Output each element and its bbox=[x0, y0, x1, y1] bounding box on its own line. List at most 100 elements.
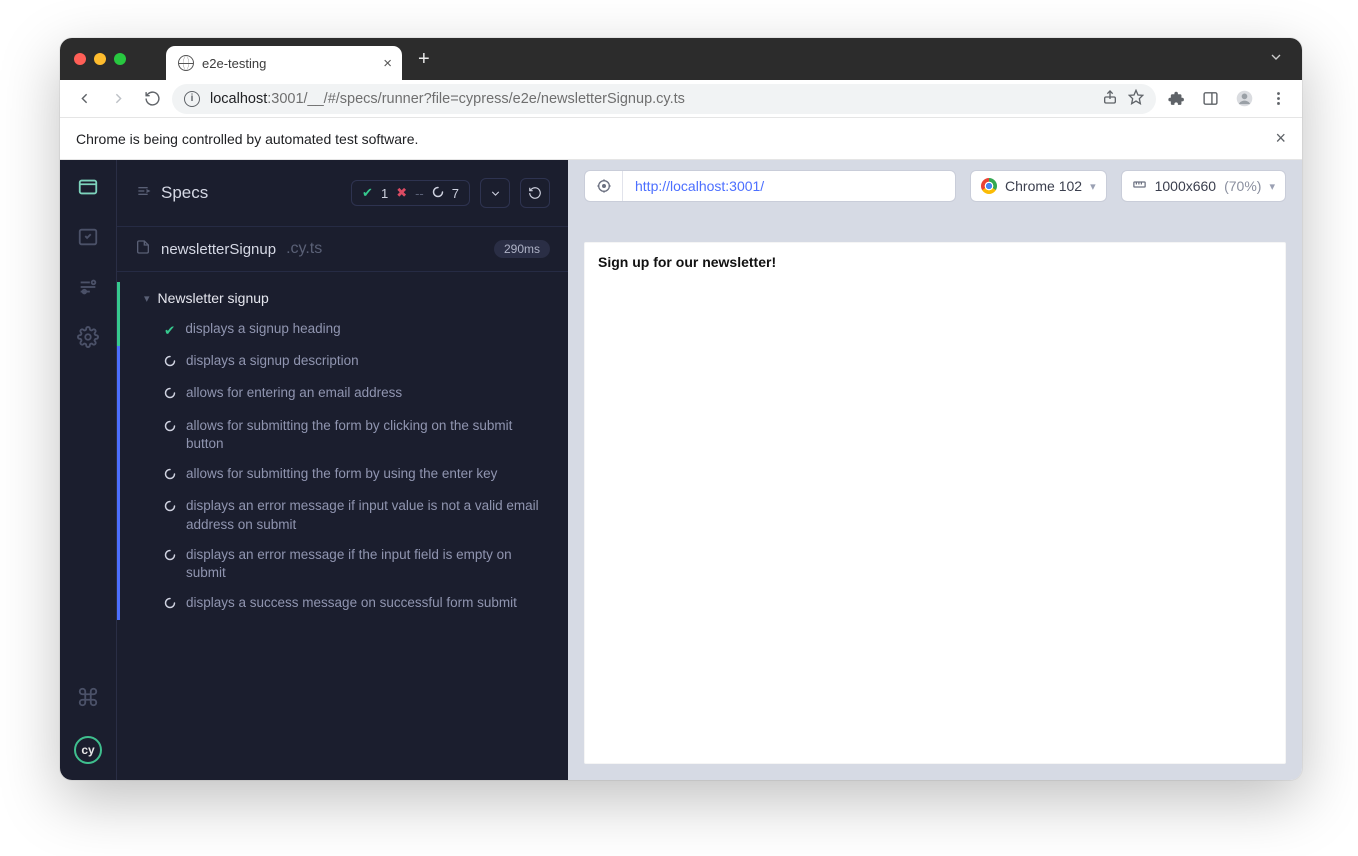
nav-forward-button[interactable] bbox=[104, 85, 132, 113]
globe-icon bbox=[178, 55, 194, 71]
rerun-button[interactable] bbox=[520, 178, 550, 208]
spinner-icon bbox=[164, 419, 176, 437]
test-title: allows for submitting the form by using … bbox=[186, 465, 497, 483]
file-icon bbox=[135, 239, 151, 260]
test-title: displays a success message on successful… bbox=[186, 594, 517, 612]
tests-list: ▾ Newsletter signup ✔ displays a signup h… bbox=[117, 272, 568, 630]
browser-label: Chrome 102 bbox=[1005, 178, 1082, 194]
traffic-lights bbox=[60, 53, 140, 65]
close-tab-icon[interactable]: × bbox=[383, 55, 392, 72]
specs-panel: Specs ✔ 1 ✖ -- 7 bbox=[116, 160, 568, 780]
test-row[interactable]: allows for submitting the form by using … bbox=[117, 459, 568, 491]
aut-panel: http://localhost:3001/ Chrome 102 ▾ 1000… bbox=[568, 160, 1302, 780]
suite-name: Newsletter signup bbox=[158, 290, 269, 306]
fail-icon: ✖ bbox=[396, 185, 407, 201]
spinner-icon bbox=[164, 596, 176, 614]
browser-tab[interactable]: e2e-testing × bbox=[166, 46, 402, 80]
cypress-app: cy Specs ✔ 1 ✖ -- 7 bbox=[60, 160, 1302, 780]
selector-playground-icon[interactable] bbox=[585, 171, 623, 201]
automation-banner-text: Chrome is being controlled by automated … bbox=[76, 131, 418, 147]
spec-ext: .cy.ts bbox=[286, 240, 322, 258]
viewport-dims: 1000x660 bbox=[1155, 178, 1217, 194]
site-info-icon[interactable]: i bbox=[184, 91, 200, 107]
omnibox[interactable]: i localhost:3001/__/#/specs/runner?file=… bbox=[172, 84, 1156, 114]
chevron-down-icon: ▾ bbox=[1090, 180, 1096, 193]
chevron-down-icon: ▾ bbox=[144, 292, 150, 305]
viewport-scale: (70%) bbox=[1224, 178, 1261, 194]
spec-title-row[interactable]: newsletterSignup .cy.ts 290ms bbox=[117, 226, 568, 272]
spinner-icon bbox=[164, 467, 176, 485]
nav-back-button[interactable] bbox=[70, 85, 98, 113]
chevron-down-icon: ▾ bbox=[1269, 180, 1275, 193]
test-row[interactable]: allows for submitting the form by clicki… bbox=[117, 411, 568, 459]
address-bar: i localhost:3001/__/#/specs/runner?file=… bbox=[60, 80, 1302, 118]
specs-header: Specs ✔ 1 ✖ -- 7 bbox=[117, 160, 568, 226]
window-minimize-button[interactable] bbox=[94, 53, 106, 65]
extensions-icon[interactable] bbox=[1162, 85, 1190, 113]
new-tab-button[interactable]: + bbox=[418, 49, 430, 69]
tab-strip: e2e-testing × + bbox=[60, 38, 1302, 80]
test-title: displays an error message if input value… bbox=[186, 497, 550, 533]
spec-name: newsletterSignup bbox=[161, 241, 276, 258]
browser-selector[interactable]: Chrome 102 ▾ bbox=[970, 170, 1107, 202]
check-icon: ✔ bbox=[362, 185, 373, 201]
viewport-selector[interactable]: 1000x660 (70%) ▾ bbox=[1121, 170, 1286, 202]
aut-frame[interactable]: Sign up for our newsletter! bbox=[584, 242, 1286, 764]
automation-banner: Chrome is being controlled by automated … bbox=[60, 118, 1302, 160]
test-row[interactable]: displays an error message if input value… bbox=[117, 491, 568, 539]
test-row[interactable]: allows for entering an email address bbox=[117, 378, 568, 410]
test-title: displays a signup description bbox=[186, 352, 359, 370]
test-row[interactable]: displays an error message if the input f… bbox=[117, 540, 568, 588]
pending-count: 7 bbox=[452, 186, 459, 201]
rail-debug-icon[interactable] bbox=[77, 276, 99, 298]
chrome-icon bbox=[981, 178, 997, 194]
cypress-logo[interactable]: cy bbox=[74, 736, 102, 764]
profile-icon[interactable] bbox=[1230, 85, 1258, 113]
specs-header-title: Specs bbox=[161, 183, 341, 203]
ruler-icon bbox=[1132, 177, 1147, 195]
rail-runs-icon[interactable] bbox=[77, 226, 99, 248]
share-icon[interactable] bbox=[1102, 89, 1118, 109]
suite-row[interactable]: ▾ Newsletter signup bbox=[117, 282, 568, 314]
aut-toolbar: http://localhost:3001/ Chrome 102 ▾ 1000… bbox=[568, 160, 1302, 212]
tabstrip-menu-icon[interactable] bbox=[1268, 49, 1284, 70]
test-title: allows for entering an email address bbox=[186, 384, 402, 402]
side-panel-icon[interactable] bbox=[1196, 85, 1224, 113]
automation-banner-close-icon[interactable]: × bbox=[1275, 128, 1286, 149]
test-stats: ✔ 1 ✖ -- 7 bbox=[351, 180, 470, 206]
spinner-icon bbox=[164, 548, 176, 566]
rail-settings-icon[interactable] bbox=[77, 326, 99, 348]
pending-icon bbox=[432, 186, 444, 201]
check-icon: ✔ bbox=[164, 322, 175, 340]
nav-reload-button[interactable] bbox=[138, 85, 166, 113]
test-title: displays a signup heading bbox=[185, 320, 340, 338]
bookmark-icon[interactable] bbox=[1128, 89, 1144, 109]
failed-count: -- bbox=[415, 186, 424, 201]
tab-title: e2e-testing bbox=[202, 56, 375, 71]
test-title: displays an error message if the input f… bbox=[186, 546, 550, 582]
rail-specs-icon[interactable] bbox=[77, 176, 99, 198]
aut-url-bar: http://localhost:3001/ bbox=[584, 170, 956, 202]
window-close-button[interactable] bbox=[74, 53, 86, 65]
test-title: allows for submitting the form by clicki… bbox=[186, 417, 550, 453]
browser-window: e2e-testing × + i localhost:3001/__/#/sp… bbox=[60, 38, 1302, 780]
passed-count: 1 bbox=[381, 186, 388, 201]
kebab-menu-icon[interactable] bbox=[1264, 85, 1292, 113]
collapse-specs-icon[interactable] bbox=[135, 183, 151, 204]
url-text: localhost:3001/__/#/specs/runner?file=cy… bbox=[210, 91, 685, 107]
spinner-icon bbox=[164, 386, 176, 404]
test-row[interactable]: displays a signup description bbox=[117, 346, 568, 378]
expand-button[interactable] bbox=[480, 178, 510, 208]
rail-shortcuts-icon[interactable] bbox=[77, 686, 99, 708]
spec-duration: 290ms bbox=[494, 240, 550, 258]
left-rail: cy bbox=[60, 160, 116, 780]
spinner-icon bbox=[164, 354, 176, 372]
window-zoom-button[interactable] bbox=[114, 53, 126, 65]
spinner-icon bbox=[164, 499, 176, 517]
aut-heading: Sign up for our newsletter! bbox=[598, 254, 776, 270]
test-row[interactable]: ✔ displays a signup heading bbox=[117, 314, 568, 346]
test-row[interactable]: displays a success message on successful… bbox=[117, 588, 568, 620]
url-host: localhost bbox=[210, 91, 267, 107]
aut-url[interactable]: http://localhost:3001/ bbox=[623, 178, 776, 194]
url-path: :3001/__/#/specs/runner?file=cypress/e2e… bbox=[267, 91, 685, 107]
